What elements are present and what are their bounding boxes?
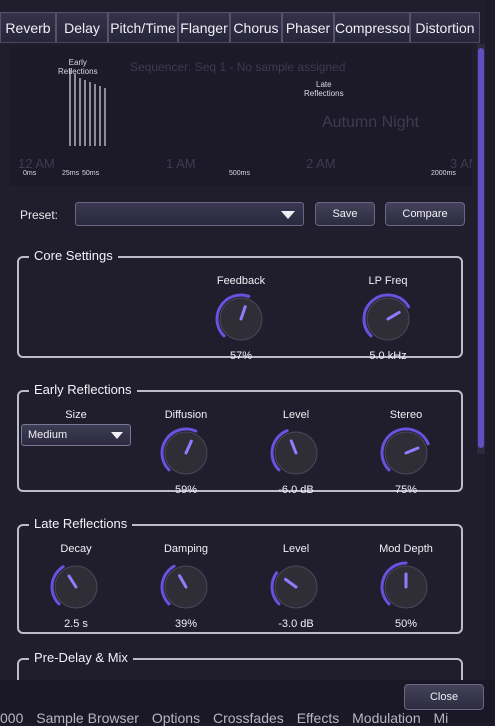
bg-tab: Crossfades [212, 710, 284, 726]
close-button[interactable]: Close [404, 684, 484, 710]
preset-row: Preset: Save Compare [0, 202, 480, 228]
knob-value: 57% [229, 350, 253, 362]
knob-value: 59% [174, 484, 198, 496]
late-level-knob[interactable] [268, 559, 324, 615]
knob-mod-depth[interactable]: Mod Depth 50% [361, 542, 451, 631]
core-settings-group: Core Settings Feedback 57% LP Freq 5.0 k… [17, 248, 463, 362]
size-value: Medium [28, 429, 68, 441]
feedback-knob[interactable] [213, 291, 269, 347]
late-reflections-title: Late Reflections [29, 516, 133, 531]
knob-feedback[interactable]: Feedback 57% [196, 274, 286, 363]
lp-freq-knob[interactable] [360, 291, 416, 347]
knob-lp-freq[interactable]: LP Freq 5.0 kHz [343, 274, 433, 363]
pre-delay-mix-title: Pre-Delay & Mix [29, 650, 133, 665]
tick-2000ms: 2000ms [431, 170, 456, 177]
size-label: Size [65, 409, 87, 421]
tab-distortion[interactable]: Distortion [410, 12, 480, 42]
effect-tabs: Reverb Delay Pitch/Time Flanger Chorus P… [0, 12, 480, 43]
tab-reverb[interactable]: Reverb [0, 12, 56, 42]
knob-diffusion[interactable]: Diffusion 59% [141, 408, 231, 497]
knob-label: LP Freq [368, 275, 408, 287]
chevron-down-icon [281, 211, 295, 219]
save-button[interactable]: Save [315, 202, 375, 226]
knob-late-level[interactable]: Level -3.0 dB [251, 542, 341, 631]
tab-pitch-time[interactable]: Pitch/Time [108, 12, 178, 42]
late-reflections-group: Late Reflections Decay 2.5 s Damping 39%… [17, 516, 463, 634]
mod-depth-knob[interactable] [378, 559, 434, 615]
reverb-effect-panel: Reverb Delay Pitch/Time Flanger Chorus P… [0, 0, 485, 723]
stereo-knob[interactable] [378, 425, 434, 481]
preset-label: Preset: [20, 208, 59, 222]
diffusion-knob[interactable] [158, 425, 214, 481]
core-settings-title: Core Settings [29, 248, 118, 263]
tick-0ms: 0ms [23, 170, 37, 177]
compare-button[interactable]: Compare [385, 202, 465, 226]
damping-knob[interactable] [158, 559, 214, 615]
knob-value: 2.5 s [64, 618, 88, 630]
tab-phaser[interactable]: Phaser [282, 12, 334, 42]
bg-tab: Modulation [352, 710, 421, 726]
knob-damping[interactable]: Damping 39% [141, 542, 231, 631]
tick-50ms: 50ms [82, 170, 100, 177]
preset-dropdown[interactable] [75, 202, 304, 226]
early-reflections-group: Early Reflections Size Medium Diffusion … [17, 382, 463, 496]
knob-label: Level [282, 409, 310, 421]
scrollbar-thumb[interactable] [478, 48, 484, 448]
tick-25ms: 25ms [62, 170, 80, 177]
knob-label: Stereo [389, 409, 423, 421]
knob-stereo[interactable]: Stereo 75% [361, 408, 451, 497]
knob-label: Level [282, 543, 310, 555]
early-reflections-label: Early Reflections [58, 58, 98, 76]
bg-tab: Mi [433, 710, 449, 726]
knob-label: Damping [163, 543, 209, 555]
size-control: Size Medium [21, 408, 131, 446]
bg-tab: Sample Browser [36, 710, 139, 726]
knob-value: -3.0 dB [278, 618, 314, 630]
knob-value: -6.0 dB [278, 484, 314, 496]
knob-value: 50% [394, 618, 418, 630]
bg-tab: Effects [296, 710, 340, 726]
early-reflections-title: Early Reflections [29, 382, 137, 397]
chevron-down-icon [111, 432, 123, 439]
knob-label: Mod Depth [379, 543, 433, 555]
size-dropdown[interactable]: Medium [21, 424, 131, 446]
knob-decay[interactable]: Decay 2.5 s [31, 542, 121, 631]
early-level-knob[interactable] [268, 425, 324, 481]
tab-chorus[interactable]: Chorus [230, 12, 282, 42]
knob-value: 75% [394, 484, 418, 496]
knob-label: Diffusion [164, 409, 208, 421]
bg-tab: 000 [0, 710, 24, 726]
knob-label: Feedback [216, 275, 266, 287]
tab-compressor[interactable]: Compressor [334, 12, 410, 42]
late-reflections-label: Late Reflections [304, 80, 344, 98]
tab-delay[interactable]: Delay [56, 12, 108, 42]
reverb-visualizer: Sequencer: Seq 1 - No sample assigned Au… [10, 46, 472, 186]
background-app-tabs: 000 Sample Browser Options Crossfades Ef… [0, 710, 457, 726]
tab-flanger[interactable]: Flanger [178, 12, 230, 42]
knob-value: 5.0 kHz [369, 350, 407, 362]
bg-tab: Options [151, 710, 201, 726]
knob-early-level[interactable]: Level -6.0 dB [251, 408, 341, 497]
decay-knob[interactable] [48, 559, 104, 615]
knob-label: Decay [60, 543, 92, 555]
knob-value: 39% [174, 618, 198, 630]
tick-500ms: 500ms [229, 170, 251, 177]
